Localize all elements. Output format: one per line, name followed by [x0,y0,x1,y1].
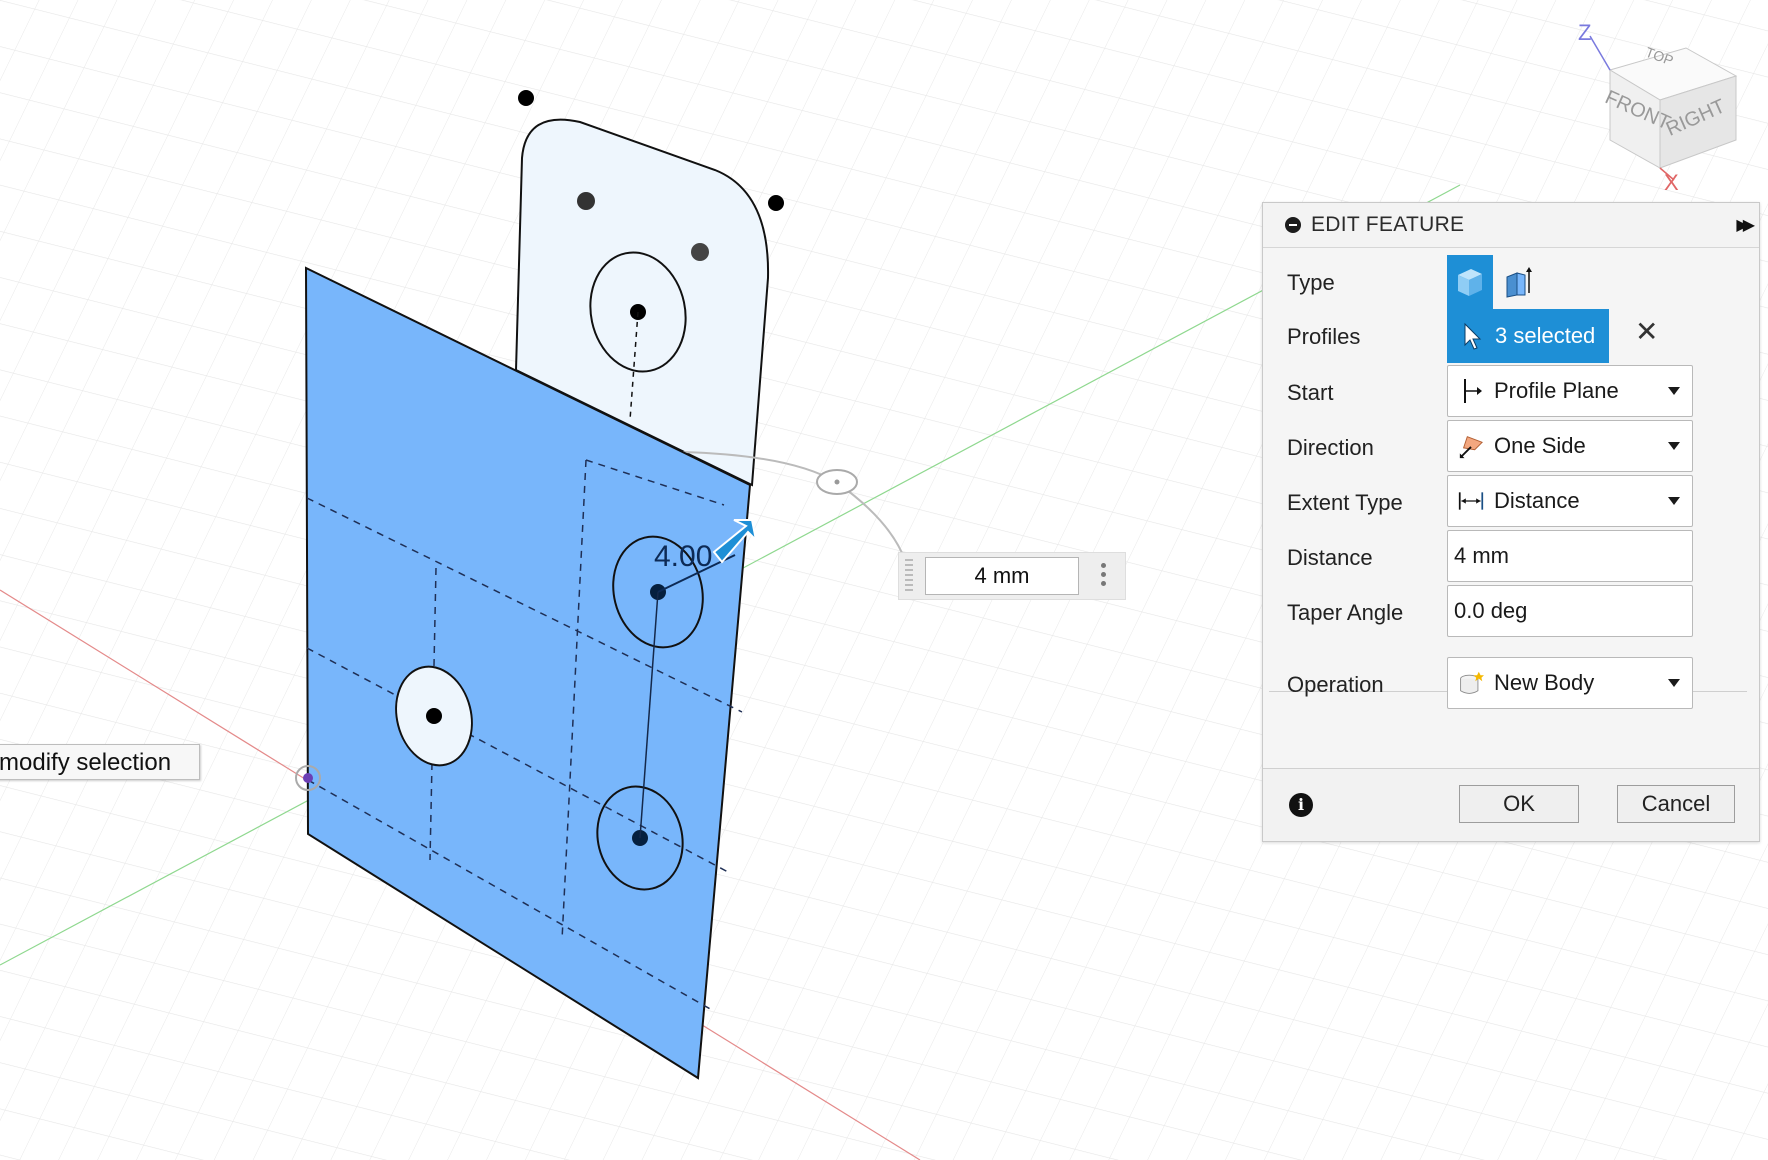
extent-type-select[interactable]: Distance [1447,475,1693,527]
operation-select[interactable]: New Body [1447,657,1693,709]
new-body-icon [1458,670,1484,696]
floating-distance-input[interactable] [925,557,1079,595]
sketch-point[interactable] [768,195,784,211]
expand-panel-icon[interactable]: ▶▶ [1736,215,1754,235]
hole-center-point[interactable] [426,708,442,724]
z-axis-label: Z [1578,20,1591,45]
arc-handle-dot [834,479,840,485]
extent-type-value: Distance [1494,488,1580,513]
direction-select[interactable]: One Side [1447,420,1693,472]
sketch-point[interactable] [577,192,595,210]
row-direction: Direction One Side [1263,420,1759,476]
chevron-down-icon [1668,387,1680,395]
one-side-icon [1458,433,1484,459]
row-extent-type: Extent Type Distance [1263,475,1759,531]
ok-button[interactable]: OK [1459,785,1579,823]
operation-label: Operation [1287,672,1384,697]
dimension-label[interactable]: 4.00 [654,540,712,573]
modify-selection-tooltip: modify selection [0,744,200,780]
panel-title: EDIT FEATURE [1311,213,1465,236]
row-start: Start Profile Plane [1263,365,1759,421]
row-type: Type [1263,255,1759,311]
drag-handle[interactable] [905,559,913,593]
panel-footer: i OK Cancel [1263,768,1759,841]
taper-angle-input[interactable] [1447,585,1693,637]
start-label: Start [1287,380,1334,405]
cursor-arrow-icon [1464,322,1482,350]
direction-value: One Side [1494,433,1586,458]
profile-plane-icon [1458,378,1484,404]
clear-selection-icon[interactable]: ✕ [1635,315,1658,348]
floating-distance-box [898,552,1126,600]
row-distance: Distance [1263,530,1759,586]
profiles-label: Profiles [1287,324,1361,349]
type-label: Type [1287,270,1335,295]
row-taper-angle: Taper Angle [1263,585,1759,641]
operation-value: New Body [1494,670,1595,695]
distance-icon [1458,488,1484,514]
more-options-icon[interactable] [1101,563,1107,590]
direction-label: Direction [1287,435,1374,460]
start-select[interactable]: Profile Plane [1447,365,1693,417]
sketch-point[interactable] [691,243,709,261]
chevron-down-icon [1668,679,1680,687]
cancel-button[interactable]: Cancel [1617,785,1735,823]
distance-input[interactable] [1447,530,1693,582]
distance-label: Distance [1287,545,1373,570]
edit-feature-panel: EDIT FEATURE ▶▶ Type Profiles 3 selected… [1262,202,1760,842]
sketch-point[interactable] [518,90,534,106]
thin-type-button[interactable] [1495,255,1541,309]
profiles-count: 3 selected [1495,323,1596,348]
taper-angle-label: Taper Angle [1287,600,1404,625]
origin-marker-dot [303,773,313,783]
solid-type-button[interactable] [1447,255,1493,309]
profiles-selection-button[interactable]: 3 selected [1447,309,1609,363]
solid-body-icon [1458,269,1482,296]
panel-header: EDIT FEATURE ▶▶ [1263,203,1759,248]
start-value: Profile Plane [1494,378,1619,403]
row-operation: Operation New Body [1263,657,1759,713]
chevron-down-icon [1668,497,1680,505]
extent-type-label: Extent Type [1287,490,1403,515]
collapse-icon[interactable] [1285,217,1301,233]
thin-extrude-icon [1506,267,1532,298]
row-profiles: Profiles 3 selected ✕ [1263,309,1759,365]
info-icon[interactable]: i [1289,793,1313,817]
x-axis-label: X [1664,170,1679,195]
chevron-down-icon [1668,442,1680,450]
